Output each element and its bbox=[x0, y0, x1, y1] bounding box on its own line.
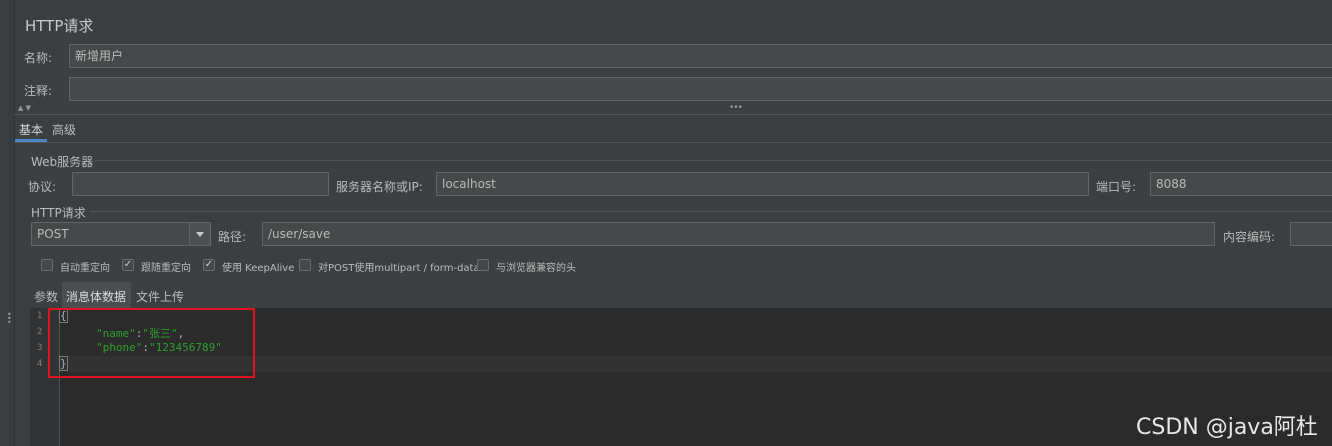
browser-headers-checkbox[interactable] bbox=[477, 259, 489, 271]
keepalive-checkbox[interactable]: ✓ bbox=[203, 259, 215, 271]
browser-headers-label: 与浏览器兼容的头 bbox=[496, 263, 576, 274]
name-label: 名称: bbox=[24, 51, 53, 65]
line-number: 4 bbox=[37, 359, 43, 369]
tab-advanced[interactable]: 高级 bbox=[52, 121, 76, 138]
server-label: 服务器名称或IP: bbox=[336, 180, 423, 194]
body-tab-file-upload[interactable]: 文件上传 bbox=[136, 288, 184, 305]
body-tab-body-data[interactable]: 消息体数据 bbox=[66, 288, 126, 305]
port-label: 端口号: bbox=[1096, 180, 1137, 194]
highlight-annotation-box bbox=[48, 308, 255, 378]
server-input[interactable]: localhost bbox=[436, 172, 1089, 196]
line-number: 1 bbox=[37, 311, 43, 321]
watermark-text: CSDN @java阿杜 bbox=[1136, 415, 1318, 440]
auto-redirect-label: 自动重定向 bbox=[60, 263, 110, 274]
path-input[interactable]: /user/save bbox=[262, 222, 1215, 246]
http-request-section-label: HTTP请求 bbox=[31, 206, 86, 220]
port-input[interactable]: 8088 bbox=[1150, 172, 1332, 196]
method-dropdown-button[interactable] bbox=[189, 223, 210, 245]
body-tab-params[interactable]: 参数 bbox=[34, 288, 58, 305]
comment-label: 注释: bbox=[24, 84, 53, 98]
encoding-label: 内容编码: bbox=[1223, 230, 1276, 244]
splitter-dots-icon[interactable]: ••• bbox=[729, 103, 743, 113]
auto-redirect-checkbox[interactable] bbox=[41, 259, 53, 271]
tabs-divider bbox=[14, 142, 1332, 143]
multipart-checkbox[interactable] bbox=[299, 259, 311, 271]
web-server-section-label: Web服务器 bbox=[31, 155, 94, 169]
path-label: 路径: bbox=[218, 230, 247, 244]
left-edge-strip bbox=[0, 0, 15, 446]
method-select[interactable]: POST bbox=[31, 222, 211, 246]
web-server-section-line bbox=[95, 160, 1332, 161]
top-splitter bbox=[14, 114, 1332, 115]
splitter-grip-icon[interactable]: • • • bbox=[7, 311, 12, 327]
line-number: 2 bbox=[37, 327, 43, 337]
line-number: 3 bbox=[37, 343, 43, 353]
chevron-down-icon bbox=[196, 232, 204, 237]
encoding-input[interactable] bbox=[1290, 222, 1332, 246]
protocol-label: 协议: bbox=[28, 180, 57, 194]
name-input[interactable]: 新增用户 bbox=[69, 44, 1332, 68]
collapse-arrows-icon[interactable]: ▲ ▼ bbox=[18, 104, 31, 112]
http-request-section-line bbox=[90, 211, 1332, 212]
comment-input[interactable] bbox=[69, 77, 1332, 101]
keepalive-label: 使用 KeepAlive bbox=[222, 263, 295, 274]
protocol-input[interactable] bbox=[72, 172, 329, 196]
follow-redirect-checkbox[interactable]: ✓ bbox=[122, 259, 134, 271]
follow-redirect-label: 跟随重定向 bbox=[141, 263, 191, 274]
page-title: HTTP请求 bbox=[25, 17, 94, 35]
multipart-label: 对POST使用multipart / form-data bbox=[318, 263, 480, 274]
tab-basic[interactable]: 基本 bbox=[19, 121, 43, 138]
method-value: POST bbox=[37, 227, 69, 241]
